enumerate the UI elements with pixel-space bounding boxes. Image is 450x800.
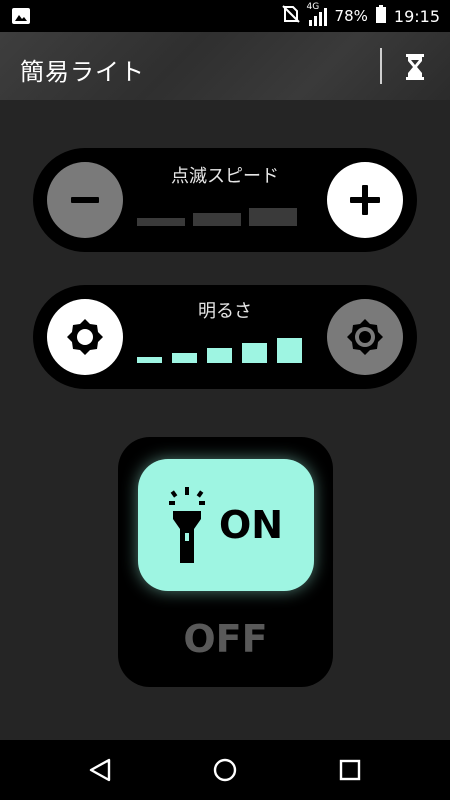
brightness-high-icon — [347, 319, 383, 355]
brightness-increase-button[interactable] — [327, 299, 403, 375]
on-label: ON — [218, 503, 284, 547]
brightness-level-4 — [242, 343, 267, 363]
home-icon — [213, 758, 237, 782]
app-bar: 簡易ライト — [0, 32, 450, 100]
navigation-bar — [0, 740, 450, 800]
blink-speed-levels — [137, 208, 297, 226]
recents-button[interactable] — [334, 754, 366, 786]
clock: 19:15 — [393, 6, 440, 26]
flashlight-icon — [168, 487, 205, 563]
speed-level-1 — [137, 218, 185, 226]
brightness-level-3 — [207, 348, 232, 363]
page-title: 簡易ライト — [20, 58, 145, 86]
recents-icon — [339, 759, 361, 781]
hourglass-icon — [406, 54, 424, 80]
speed-increase-button[interactable] — [327, 162, 403, 238]
status-bar: 4G 78% 19:15 — [0, 0, 450, 32]
no-sim-icon — [281, 4, 301, 28]
off-label[interactable]: OFF — [118, 617, 333, 661]
network-type: 4G — [306, 2, 320, 12]
timer-button[interactable] — [400, 52, 430, 82]
speed-level-3 — [249, 208, 297, 226]
brightness-low-icon — [67, 319, 103, 355]
brightness-level-5 — [277, 338, 302, 363]
blink-speed-panel: 点滅スピード — [33, 148, 417, 252]
plus-icon — [350, 185, 380, 215]
image-notification-icon — [12, 8, 30, 24]
light-toggle: ON OFF — [118, 437, 333, 687]
battery-icon — [375, 5, 386, 27]
app-bar-divider — [380, 48, 382, 84]
brightness-level-1 — [137, 357, 162, 363]
speed-level-2 — [193, 213, 241, 226]
on-button[interactable]: ON — [138, 459, 314, 591]
brightness-levels — [137, 338, 302, 363]
signal-icon: 4G — [307, 2, 327, 26]
back-button[interactable] — [84, 754, 116, 786]
status-right: 4G 78% 19:15 — [281, 0, 440, 32]
brightness-panel: 明るさ — [33, 285, 417, 389]
back-icon — [89, 758, 111, 782]
battery-percent: 78% — [334, 7, 368, 25]
brightness-level-2 — [172, 353, 197, 363]
home-button[interactable] — [209, 754, 241, 786]
minus-icon — [71, 197, 99, 203]
